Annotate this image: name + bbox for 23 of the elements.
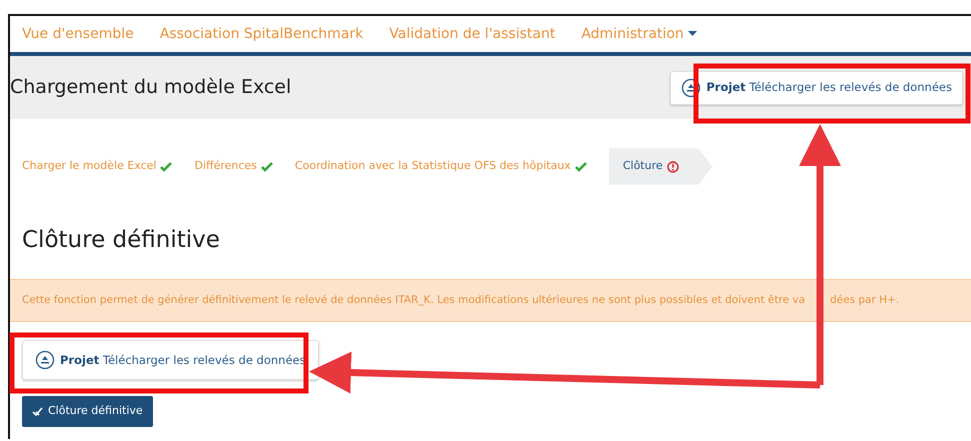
check-icon <box>260 162 273 172</box>
caret-icon <box>688 30 698 37</box>
download-button[interactable]: Projet Télécharger les relevés de données <box>22 340 319 380</box>
alert-text: Cette fonction permet de générer définitivement le relevé de données ITAR_K. Les modifications ultérieures ne sont plus possibles et doivent être va <box>22 292 806 308</box>
wizard-step[interactable]: Coordination avec la Statistique OFS des hôpitaux <box>294 158 587 175</box>
upload-icon <box>35 350 55 370</box>
upload-icon <box>681 78 702 98</box>
check-icon <box>574 162 587 172</box>
nav-link[interactable]: Validation de l'assistant <box>389 24 556 44</box>
error-icon <box>666 160 679 172</box>
check-icon <box>160 162 172 172</box>
nav-link[interactable]: Vue d'ensemble <box>22 24 134 44</box>
wizard-step[interactable]: Différences <box>194 158 273 175</box>
download-button[interactable]: Projet Télécharger les relevés de données <box>670 70 963 104</box>
section-heading: Clôture définitive <box>22 227 221 255</box>
wizard-step[interactable]: Clôture <box>608 148 713 185</box>
nav-link[interactable]: Administration <box>581 24 698 44</box>
alert-text: dées par H+. <box>830 292 900 308</box>
page-title: Chargement du modèle Excel <box>10 76 292 99</box>
final-close-button[interactable]: Clôture définitive <box>22 396 153 427</box>
double-check-icon <box>32 406 44 417</box>
nav-link[interactable]: Association SpitalBenchmark <box>160 24 364 44</box>
wizard-step[interactable]: Charger le modèle Excel <box>22 158 172 175</box>
